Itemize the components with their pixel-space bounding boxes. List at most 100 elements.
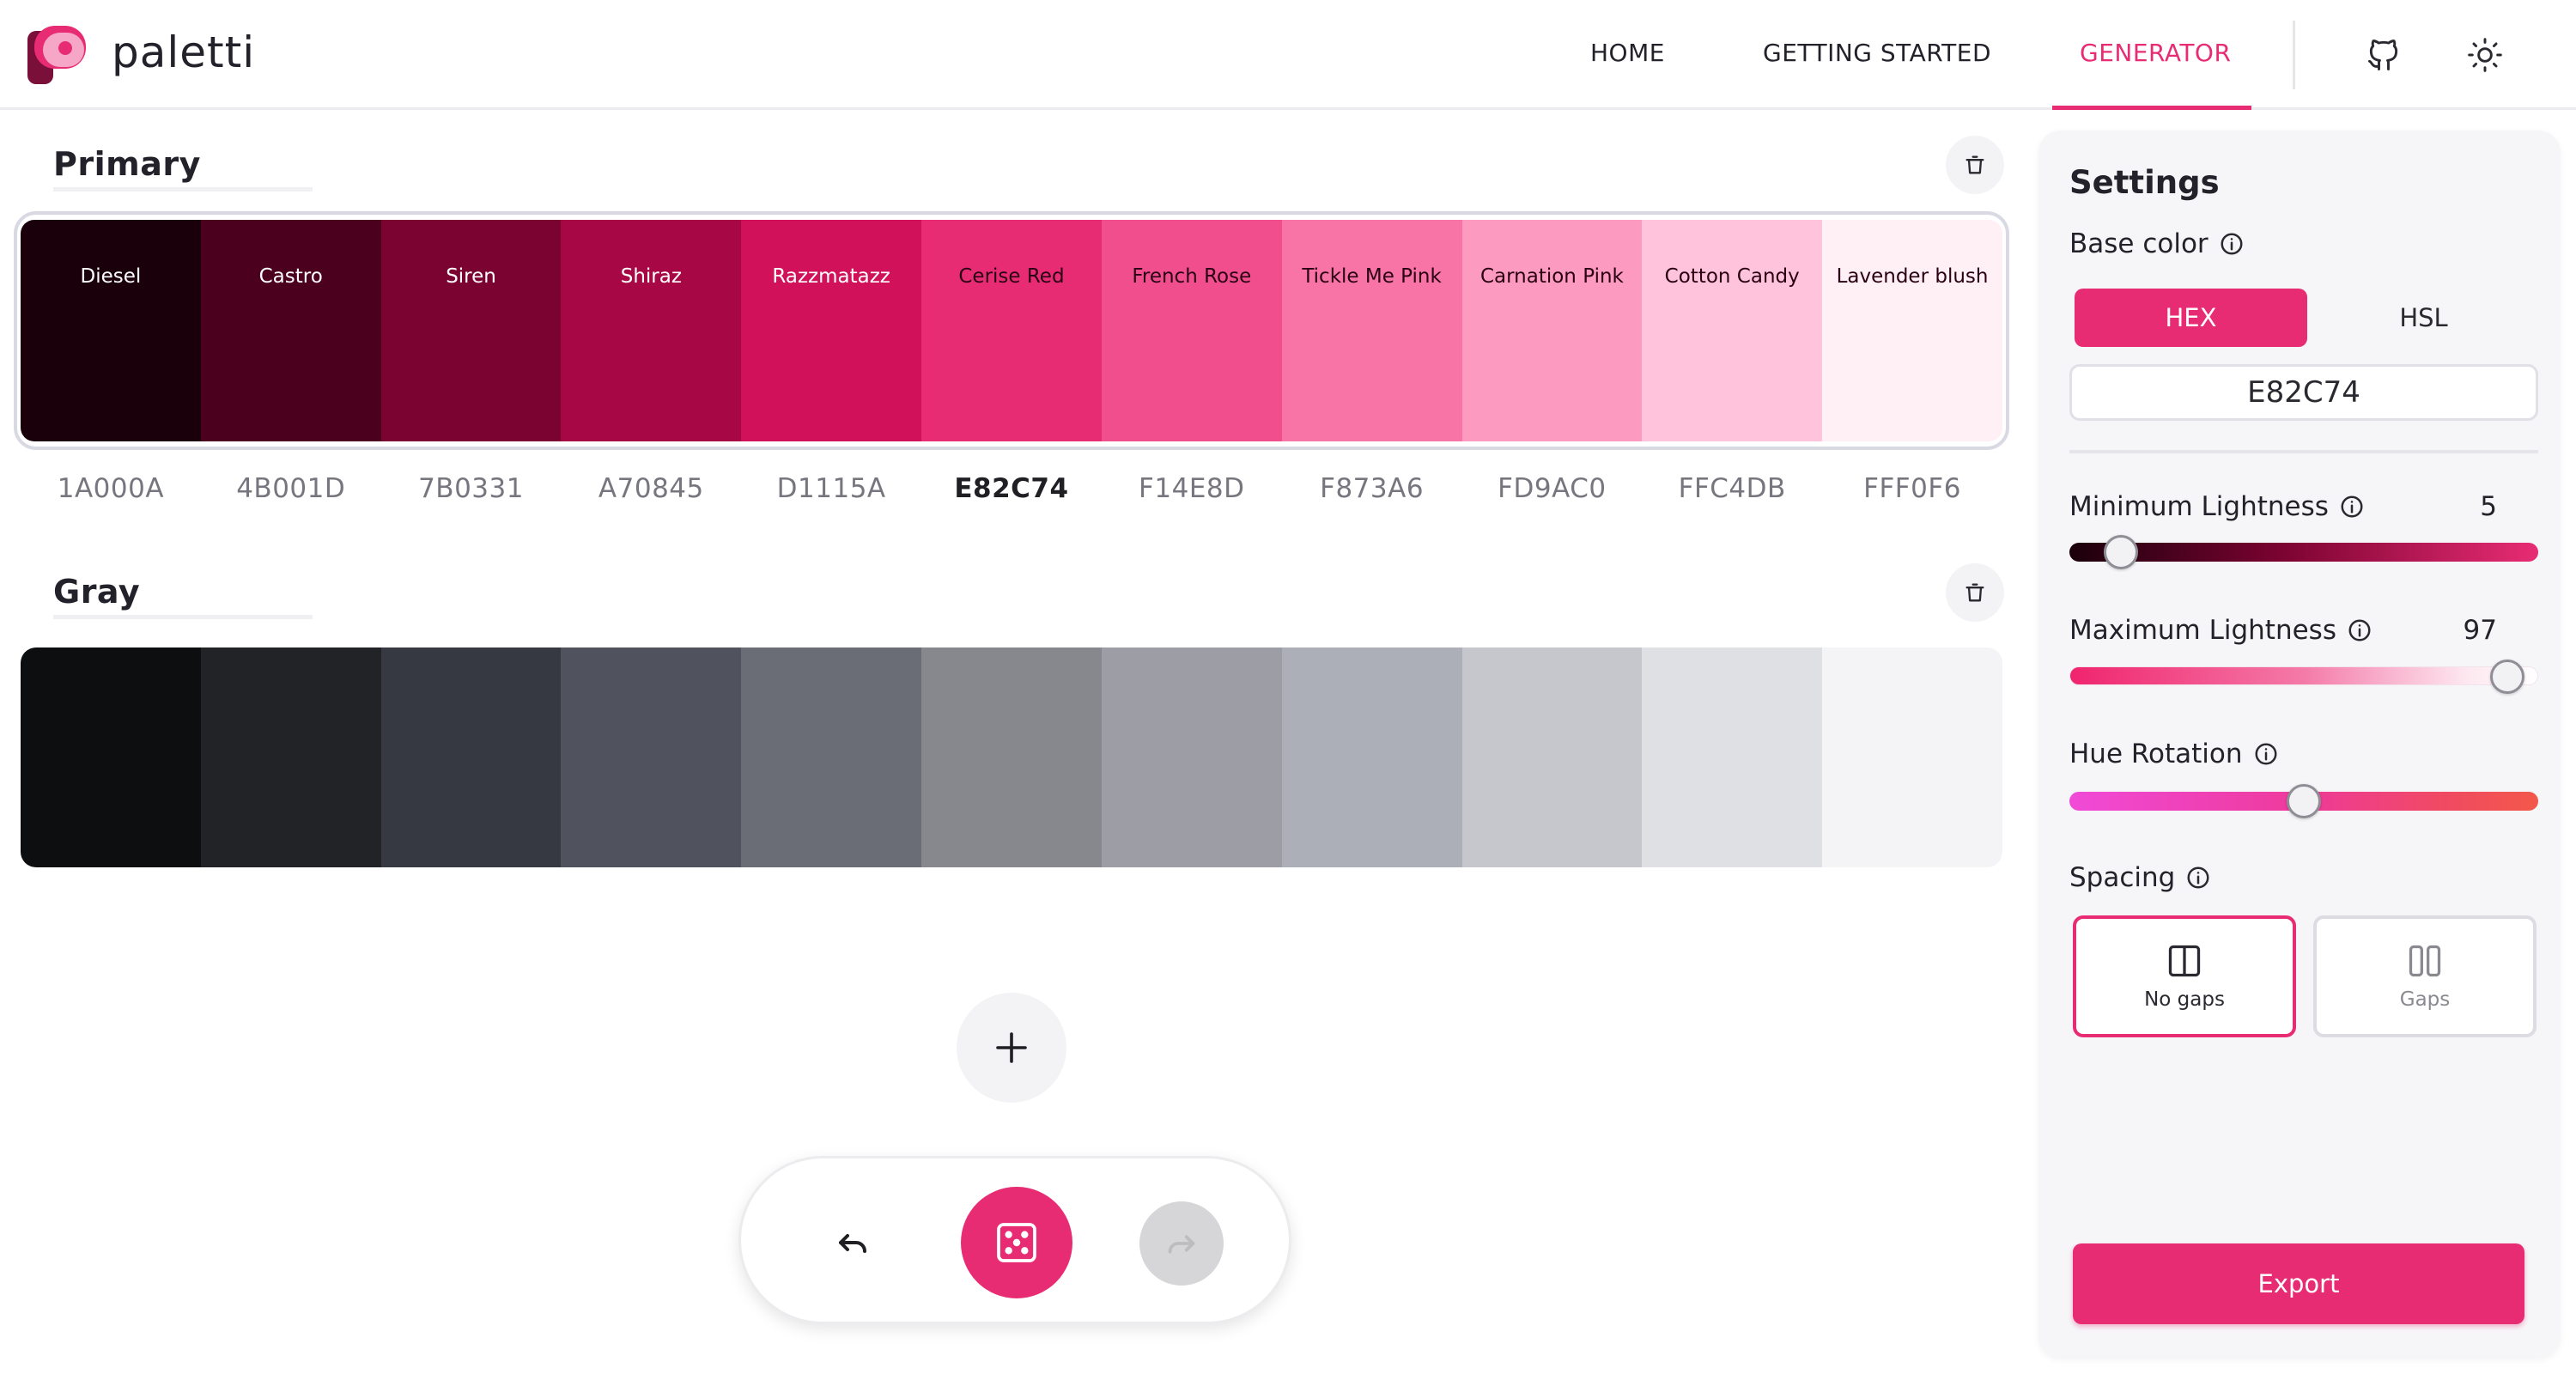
swatch-name: Cerise Red: [958, 265, 1065, 288]
hue-rotation-thumb[interactable]: [2287, 784, 2321, 818]
swatch-hex-code[interactable]: 1A000A: [21, 468, 201, 511]
color-swatch[interactable]: [741, 647, 922, 867]
color-swatch[interactable]: [1101, 647, 1282, 867]
top-nav-bar: paletti HOME GETTING STARTED GENERATOR: [0, 0, 2576, 110]
settings-divider: [2069, 450, 2538, 453]
info-icon[interactable]: [2253, 741, 2279, 767]
color-swatch[interactable]: Cotton Candy: [1642, 220, 1823, 441]
swatch-name: Carnation Pink: [1479, 265, 1624, 288]
color-swatch[interactable]: [1822, 647, 2002, 867]
sun-icon: [2468, 38, 2502, 72]
color-swatch[interactable]: [1642, 647, 1823, 867]
undo-icon: [839, 1234, 866, 1253]
delete-gray-palette-button[interactable]: [1946, 563, 2004, 622]
color-swatch[interactable]: Castro: [200, 220, 381, 441]
github-button[interactable]: [2360, 31, 2408, 79]
hue-rotation-label: Hue Rotation: [2069, 735, 2279, 773]
mode-hsl-button[interactable]: HSL: [2307, 289, 2540, 347]
palette-title-underline: [53, 187, 313, 192]
color-swatch[interactable]: Lavender blush: [1822, 220, 2002, 441]
color-swatch[interactable]: [921, 647, 1102, 867]
paletti-logo-icon[interactable]: [27, 26, 93, 86]
swatch-name: Shiraz: [620, 265, 682, 288]
color-swatch[interactable]: [561, 647, 742, 867]
color-mode-toggle: HEX HSL: [2075, 289, 2540, 347]
swatch-name: Castro: [258, 265, 323, 288]
min-lightness-label: Minimum Lightness: [2069, 488, 2365, 526]
color-swatch[interactable]: Diesel: [21, 220, 201, 441]
info-icon[interactable]: [2347, 617, 2372, 643]
trash-icon: [1965, 155, 1984, 174]
spacing-label-text: Spacing: [2069, 862, 2176, 893]
color-swatch[interactable]: [1281, 647, 1462, 867]
randomize-button[interactable]: [961, 1187, 1072, 1298]
spacing-no-gaps-option[interactable]: No gaps: [2073, 915, 2296, 1037]
info-icon[interactable]: [2219, 231, 2245, 257]
undo-button[interactable]: [822, 1212, 884, 1274]
delete-primary-palette-button[interactable]: [1946, 136, 2004, 194]
palette-title-primary[interactable]: Primary: [53, 143, 201, 185]
swatch-hex-code[interactable]: 4B001D: [201, 468, 381, 511]
swatch-hex-code[interactable]: FD9AC0: [1462, 468, 1643, 511]
export-button[interactable]: Export: [2073, 1243, 2524, 1324]
base-color-input[interactable]: [2069, 364, 2538, 421]
color-swatch[interactable]: [200, 647, 381, 867]
mode-hex-button[interactable]: HEX: [2075, 289, 2307, 347]
palette-title-underline: [53, 615, 313, 619]
min-lightness-thumb[interactable]: [2104, 535, 2138, 569]
swatch-hex-code[interactable]: 7B0331: [381, 468, 562, 511]
swatch-hex-code[interactable]: E82C74: [921, 468, 1102, 511]
nav-active-indicator: [2052, 106, 2251, 110]
github-icon: [2368, 40, 2398, 70]
swatch-name: Tickle Me Pink: [1302, 265, 1442, 288]
color-swatch[interactable]: Carnation Pink: [1461, 220, 1643, 441]
min-lightness-slider[interactable]: [2069, 535, 2538, 569]
color-swatch[interactable]: Razzmatazz: [741, 220, 922, 441]
primary-swatch-row: Diesel Castro Siren Shiraz Razzmatazz Cerise …: [21, 220, 2002, 441]
swatch-hex-code[interactable]: FFF0F6: [1822, 468, 2002, 511]
color-swatch[interactable]: Cerise Red: [921, 220, 1102, 441]
spacing-gaps-label: Gaps: [2399, 988, 2451, 1011]
swatch-hex-code[interactable]: F14E8D: [1102, 468, 1282, 511]
color-swatch[interactable]: Shiraz: [561, 220, 742, 441]
add-palette-button[interactable]: [957, 993, 1066, 1103]
brand-name[interactable]: paletti: [112, 26, 255, 79]
max-lightness-value: 97: [2463, 615, 2497, 646]
columns-no-gaps-icon: [2168, 945, 2201, 977]
nav-home[interactable]: HOME: [1590, 34, 1665, 72]
spacing-gaps-option[interactable]: Gaps: [2313, 915, 2537, 1037]
header-divider: [2293, 21, 2295, 89]
palette-title-gray[interactable]: Gray: [53, 570, 140, 613]
hue-rotation-slider[interactable]: [2069, 784, 2538, 818]
color-swatch[interactable]: [1461, 647, 1643, 867]
swatch-hex-code[interactable]: A70845: [561, 468, 741, 511]
swatch-hex-code[interactable]: D1115A: [741, 468, 921, 511]
base-color-label-text: Base color: [2069, 228, 2208, 259]
swatch-hex-code[interactable]: F873A6: [1282, 468, 1462, 511]
spacing-label: Spacing: [2069, 859, 2211, 897]
gray-swatch-row: [21, 647, 2002, 867]
swatch-name: Diesel: [80, 265, 142, 288]
swatch-hex-code[interactable]: FFC4DB: [1642, 468, 1822, 511]
color-swatch[interactable]: French Rose: [1101, 220, 1282, 441]
nav-generator[interactable]: GENERATOR: [2080, 34, 2231, 72]
color-swatch[interactable]: Siren: [380, 220, 562, 441]
trash-icon: [1965, 583, 1984, 602]
max-lightness-thumb[interactable]: [2490, 660, 2524, 694]
nav-getting-started[interactable]: GETTING STARTED: [1763, 34, 1991, 72]
swatch-name: Cotton Candy: [1664, 265, 1800, 288]
max-lightness-slider[interactable]: [2069, 660, 2538, 694]
settings-title: Settings: [2069, 164, 2220, 201]
min-lightness-label-text: Minimum Lightness: [2069, 491, 2329, 522]
redo-button[interactable]: [1139, 1201, 1224, 1286]
base-color-label: Base color: [2069, 225, 2245, 263]
columns-gaps-icon: [2409, 945, 2441, 977]
color-swatch[interactable]: Tickle Me Pink: [1281, 220, 1462, 441]
color-swatch[interactable]: [380, 647, 562, 867]
info-icon[interactable]: [2339, 494, 2365, 520]
color-swatch[interactable]: [21, 647, 201, 867]
history-toolbar: [738, 1156, 1291, 1324]
info-icon[interactable]: [2185, 865, 2211, 891]
theme-toggle-button[interactable]: [2461, 31, 2509, 79]
max-lightness-label: Maximum Lightness: [2069, 611, 2372, 649]
